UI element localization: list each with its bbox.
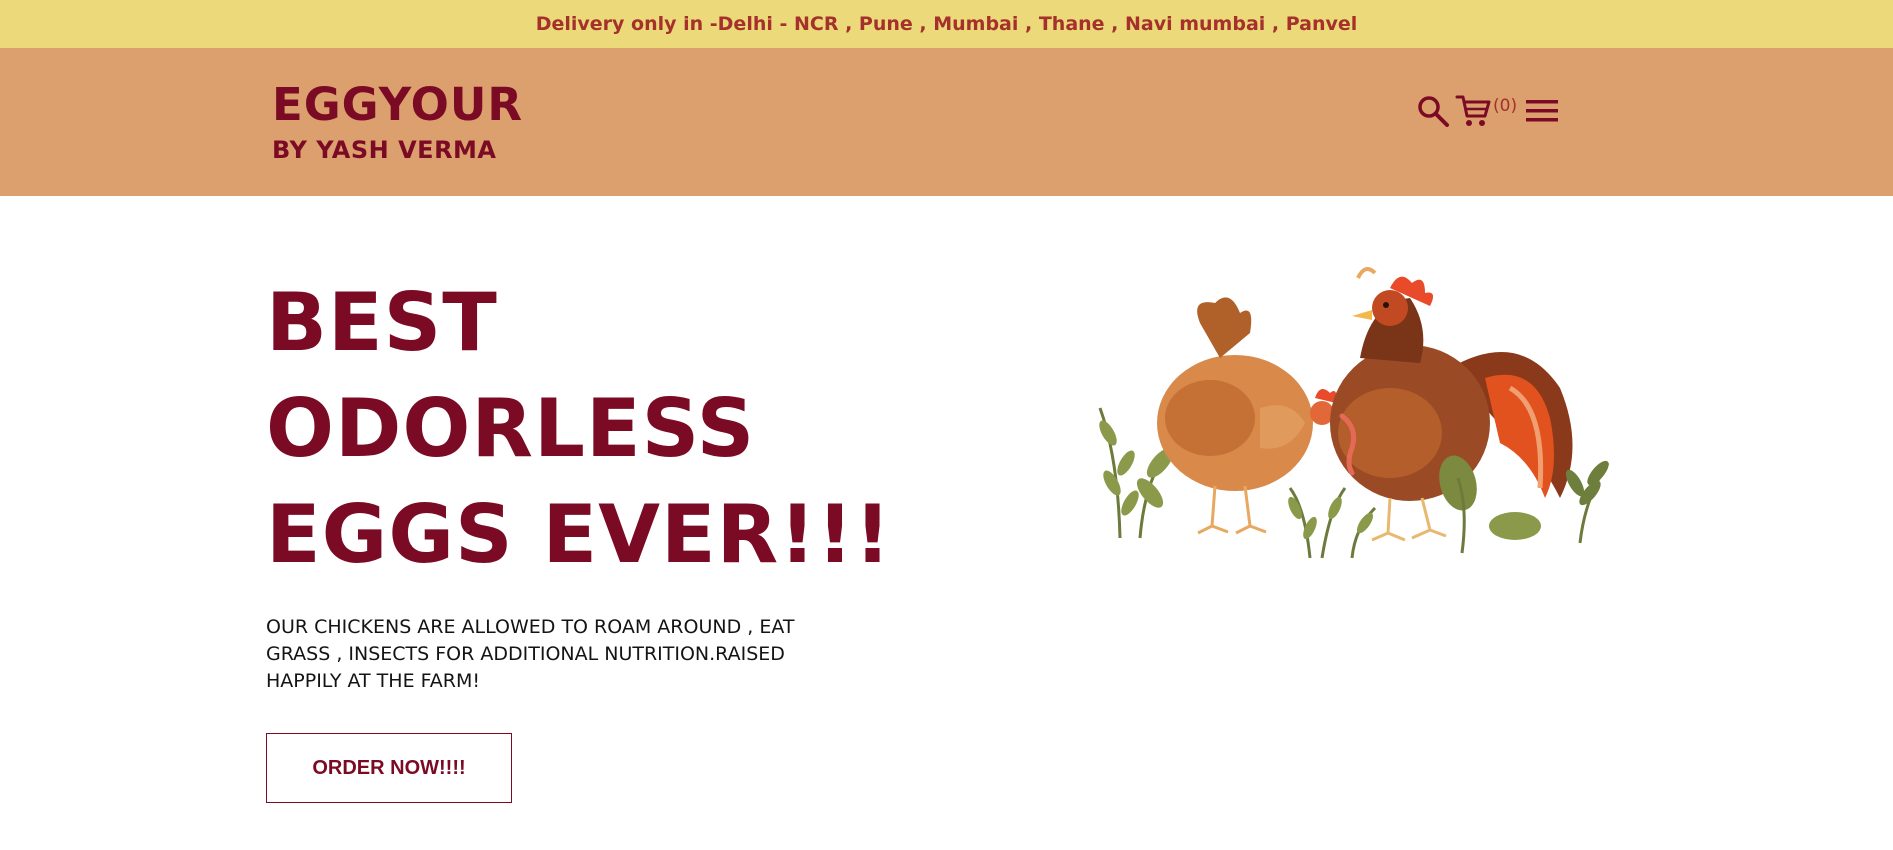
announcement-text: Delivery only in -Delhi - NCR , Pune , M… [535, 13, 1358, 35]
hero-heading-line: ODORLESS [266, 382, 756, 475]
announcement-bar: Delivery only in -Delhi - NCR , Pune , M… [0, 0, 1893, 48]
cart-icon[interactable] [1455, 92, 1491, 128]
hen-figure [1157, 297, 1348, 535]
hero-heading-line: EGGS EVER!!! [266, 488, 892, 581]
hero-heading-line: BEST [266, 276, 498, 369]
site-header: EGGYOUR BY YASH VERMA [0, 48, 1893, 196]
hamburger-menu-icon[interactable] [1526, 97, 1558, 125]
hero-heading: BEST ODORLESS EGGS EVER!!! [266, 270, 892, 588]
order-now-button[interactable]: ORDER NOW!!!! [266, 733, 512, 803]
brand-logo[interactable]: EGGYOUR [272, 78, 523, 131]
hero-description: OUR CHICKENS ARE ALLOWED TO ROAM AROUND … [266, 616, 795, 692]
search-icon[interactable] [1416, 94, 1450, 128]
brand-subtitle: BY YASH VERMA [272, 136, 497, 164]
cart-count-badge[interactable]: (0) [1493, 96, 1517, 116]
chickens-illustration [1098, 267, 1610, 559]
